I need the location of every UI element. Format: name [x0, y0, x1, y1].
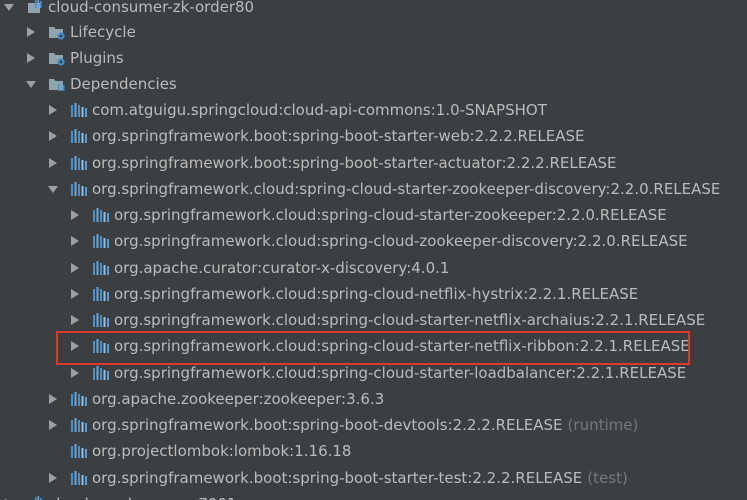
- tree-row-label: Dependencies: [70, 75, 177, 93]
- tree-row-label: org.springframework.cloud:spring-cloud-s…: [114, 206, 667, 224]
- library-icon: [92, 338, 110, 354]
- tree-row[interactable]: org.springframework.cloud:spring-cloud-z…: [0, 228, 747, 254]
- dependency-scope-label: (runtime): [567, 416, 639, 434]
- expand-arrow-icon[interactable]: [26, 52, 36, 64]
- library-icon: [70, 155, 88, 171]
- tree-row[interactable]: org.springframework.boot:spring-boot-sta…: [0, 150, 747, 176]
- tree-row-label: org.springframework.boot:spring-boot-sta…: [92, 154, 617, 172]
- tree-row[interactable]: org.projectlombok:lombok:1.16.18: [0, 438, 747, 464]
- tree-row[interactable]: cloud-eureka-server7001: [0, 491, 747, 500]
- expand-arrow-icon[interactable]: [48, 472, 58, 484]
- expand-arrow-icon[interactable]: [70, 209, 80, 221]
- expand-arrow-icon[interactable]: [70, 314, 80, 326]
- expand-arrow-icon[interactable]: [70, 235, 80, 247]
- expand-arrow-icon[interactable]: [48, 393, 58, 405]
- expand-arrow-icon[interactable]: [48, 419, 58, 431]
- library-icon: [70, 128, 88, 144]
- tree-row[interactable]: org.springframework.boot:spring-boot-sta…: [0, 465, 747, 491]
- maven-dependency-tree: cloud-consumer-zk-order80 Lifecycle Plug…: [0, 0, 747, 500]
- folder-gear-icon: [48, 50, 66, 66]
- tree-row[interactable]: Dependencies: [0, 71, 747, 97]
- tree-row-label: Plugins: [70, 49, 124, 67]
- library-icon: [70, 470, 88, 486]
- folder-deps-icon: [48, 76, 66, 92]
- tree-row[interactable]: org.springframework.cloud:spring-cloud-s…: [0, 176, 747, 202]
- collapse-arrow-icon[interactable]: [48, 183, 58, 195]
- tree-row-label: org.projectlombok:lombok:1.16.18: [92, 442, 352, 460]
- expand-arrow-icon[interactable]: [48, 104, 58, 116]
- tree-row[interactable]: org.apache.curator:curator-x-discovery:4…: [0, 255, 747, 281]
- tree-row-label: org.springframework.cloud:spring-cloud-s…: [114, 337, 690, 355]
- expand-arrow-icon[interactable]: [26, 26, 36, 38]
- tree-row-label: com.atguigu.springcloud:cloud-api-common…: [92, 101, 547, 119]
- tree-row[interactable]: org.springframework.boot:spring-boot-dev…: [0, 412, 747, 438]
- tree-row-label: org.springframework.cloud:spring-cloud-n…: [114, 285, 639, 303]
- tree-row[interactable]: org.springframework.cloud:spring-cloud-s…: [0, 307, 747, 333]
- tree-row[interactable]: org.apache.zookeeper:zookeeper:3.6.3: [0, 386, 747, 412]
- library-icon: [70, 181, 88, 197]
- tree-row-label: Lifecycle: [70, 23, 136, 41]
- library-icon: [70, 391, 88, 407]
- tree-row[interactable]: org.springframework.cloud:spring-cloud-s…: [0, 360, 747, 386]
- tree-row-label: org.springframework.boot:spring-boot-dev…: [92, 416, 563, 434]
- module-icon: [26, 496, 44, 500]
- tree-row[interactable]: org.springframework.boot:spring-boot-sta…: [0, 123, 747, 149]
- tree-row-label: cloud-consumer-zk-order80: [48, 0, 255, 16]
- library-icon: [92, 233, 110, 249]
- expand-arrow-icon[interactable]: [48, 130, 58, 142]
- tree-row-label: org.apache.zookeeper:zookeeper:3.6.3: [92, 390, 385, 408]
- library-icon: [70, 417, 88, 433]
- collapse-arrow-icon[interactable]: [4, 1, 14, 13]
- expand-arrow-icon[interactable]: [70, 367, 80, 379]
- tree-row-label: cloud-eureka-server7001: [48, 495, 237, 500]
- tree-row[interactable]: Plugins: [0, 45, 747, 71]
- tree-row-label: org.springframework.cloud:spring-cloud-s…: [114, 364, 687, 382]
- expand-arrow-icon[interactable]: [70, 340, 80, 352]
- tree-row-label: org.apache.curator:curator-x-discovery:4…: [114, 259, 450, 277]
- expand-arrow-icon[interactable]: [70, 288, 80, 300]
- tree-row-label: org.springframework.boot:spring-boot-sta…: [92, 469, 583, 487]
- tree-row-label: org.springframework.cloud:spring-cloud-s…: [114, 311, 706, 329]
- tree-row[interactable]: org.springframework.cloud:spring-cloud-s…: [0, 202, 747, 228]
- tree-row[interactable]: Lifecycle: [0, 19, 747, 45]
- expand-arrow-icon[interactable]: [48, 157, 58, 169]
- tree-row[interactable]: cloud-consumer-zk-order80: [0, 0, 747, 20]
- tree-row[interactable]: com.atguigu.springcloud:cloud-api-common…: [0, 97, 747, 123]
- tree-row-label: org.springframework.cloud:spring-cloud-s…: [92, 180, 721, 198]
- tree-row-highlighted[interactable]: org.springframework.cloud:spring-cloud-s…: [0, 333, 747, 359]
- library-icon: [92, 260, 110, 276]
- tree-row[interactable]: org.springframework.cloud:spring-cloud-n…: [0, 281, 747, 307]
- library-icon: [92, 312, 110, 328]
- collapse-arrow-icon[interactable]: [26, 78, 36, 90]
- library-icon: [92, 207, 110, 223]
- tree-row-label: org.springframework.cloud:spring-cloud-z…: [114, 232, 688, 250]
- library-icon: [70, 102, 88, 118]
- dependency-scope-label: (test): [587, 469, 628, 487]
- library-icon: [92, 286, 110, 302]
- tree-row-label: org.springframework.boot:spring-boot-sta…: [92, 127, 585, 145]
- module-icon: [26, 0, 44, 15]
- folder-gear-icon: [48, 24, 66, 40]
- library-icon: [92, 365, 110, 381]
- library-icon: [70, 443, 88, 459]
- expand-arrow-icon[interactable]: [70, 262, 80, 274]
